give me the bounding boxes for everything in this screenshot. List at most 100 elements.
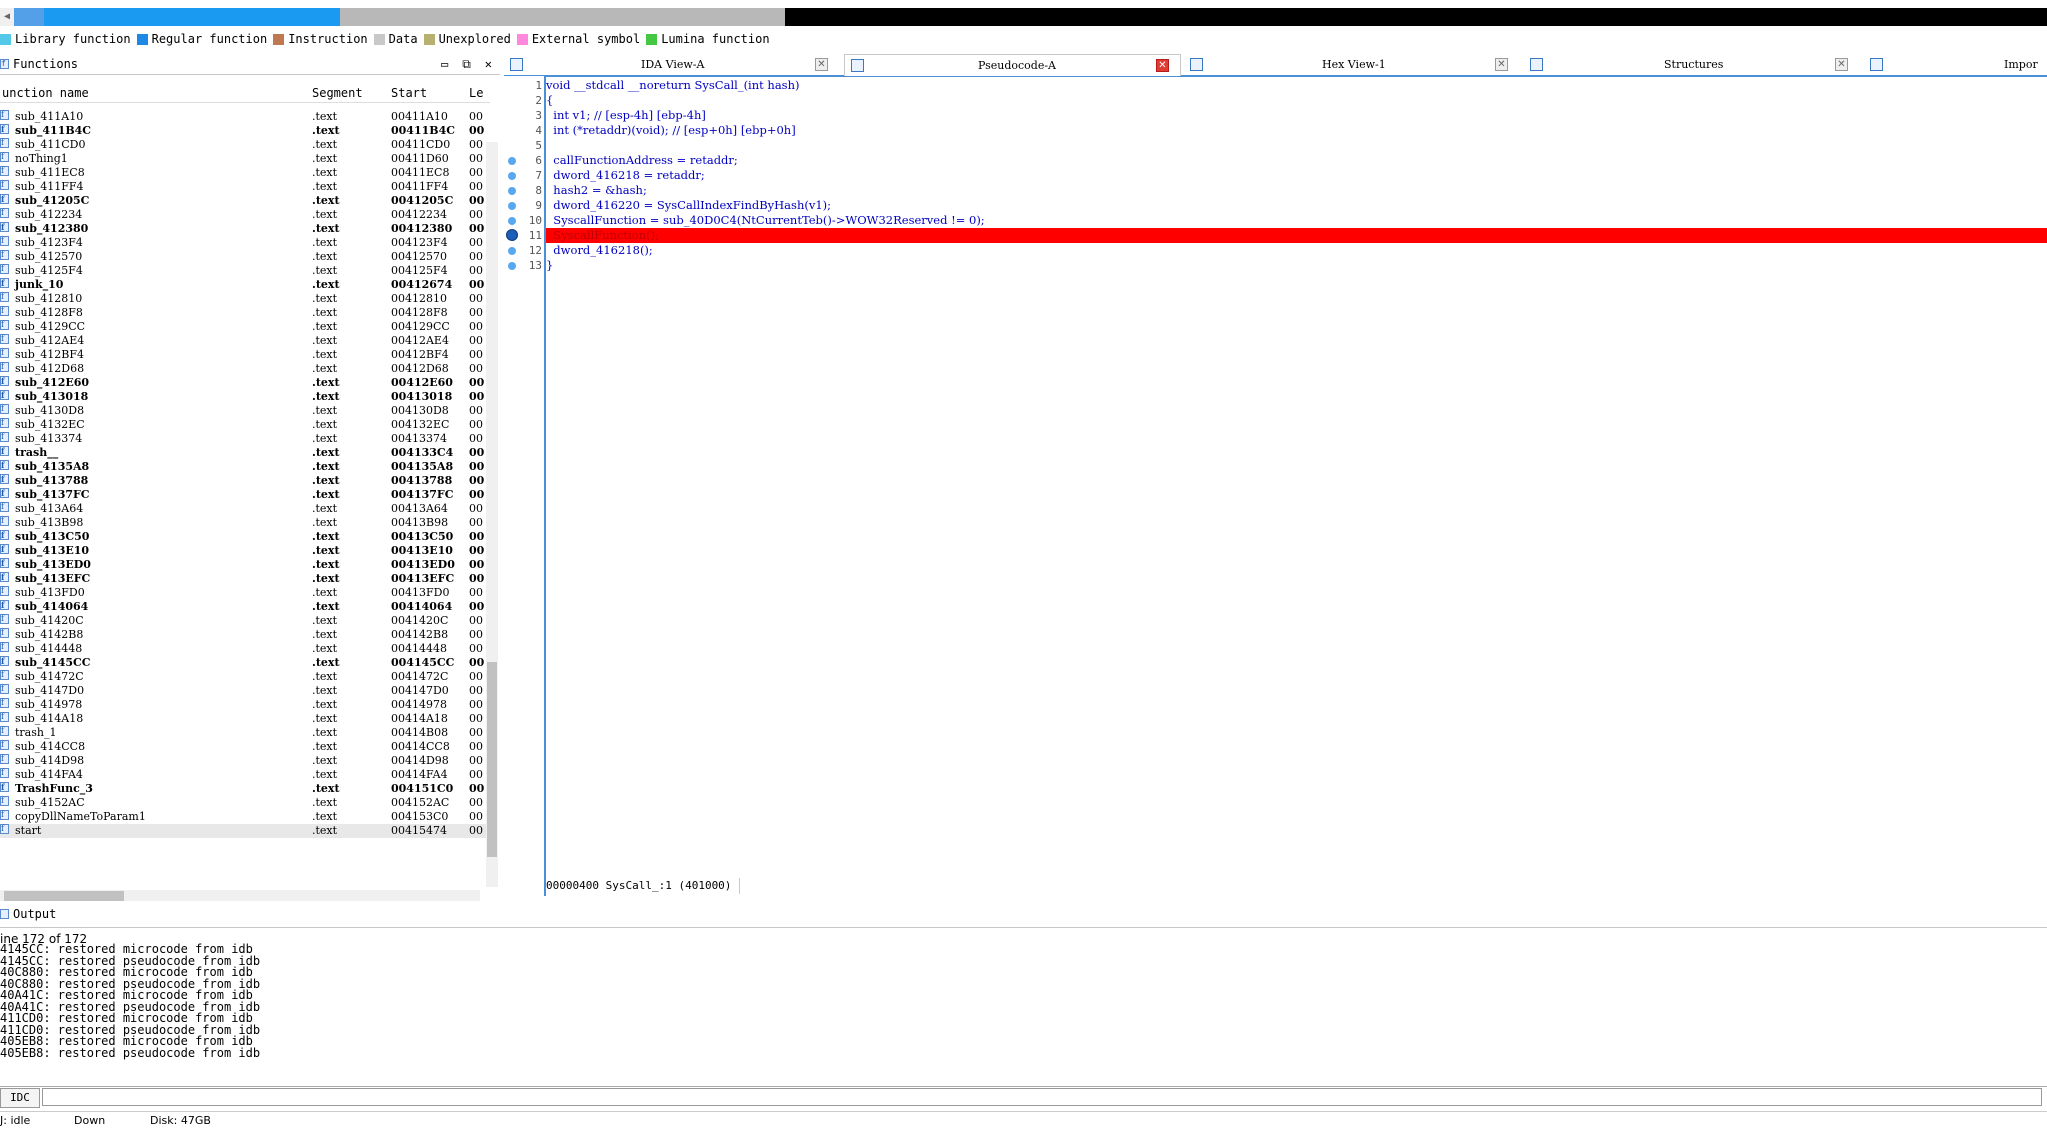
code-line[interactable]: 10 SyscallFunction = sub_40D0C4(NtCurren… <box>504 213 2047 228</box>
function-row[interactable]: f sub_412D68 .text 00412D68 00 <box>0 362 490 376</box>
close-icon[interactable]: ✕ <box>1495 58 1508 71</box>
function-row[interactable]: f junk_10 .text 00412674 00 <box>0 278 490 292</box>
function-row[interactable]: f sub_4123F4 .text 004123F4 00 <box>0 236 490 250</box>
function-row[interactable]: f sub_4135A8 .text 004135A8 00 <box>0 460 490 474</box>
function-row[interactable]: f sub_412234 .text 00412234 00 <box>0 208 490 222</box>
scroll-thumb[interactable] <box>4 891 124 901</box>
function-row[interactable]: f noThing1 .text 00411D60 00 <box>0 152 490 166</box>
idc-command-input[interactable] <box>42 1088 2042 1106</box>
function-row[interactable]: f sub_413C50 .text 00413C50 00 <box>0 530 490 544</box>
close-icon[interactable]: ✕ <box>1156 59 1169 72</box>
close-icon[interactable]: ✕ <box>485 57 492 72</box>
function-row[interactable]: f sub_412BF4 .text 00412BF4 00 <box>0 348 490 362</box>
function-row[interactable]: f sub_413B98 .text 00413B98 00 <box>0 516 490 530</box>
code-line[interactable]: 9 dword_416220 = SysCallIndexFindByHash(… <box>504 198 2047 213</box>
float-icon[interactable]: ⧉ <box>462 57 471 72</box>
minimize-icon[interactable]: ▭ <box>441 57 448 72</box>
function-row[interactable]: f sub_412E60 .text 00412E60 00 <box>0 376 490 390</box>
tab-pseudocode-a[interactable]: Pseudocode-A ✕ <box>844 54 1181 76</box>
tab-hex-view-1[interactable]: Hex View-1 ✕ <box>1184 54 1519 75</box>
function-row[interactable]: f sub_413788 .text 00413788 00 <box>0 474 490 488</box>
function-row[interactable]: f sub_412570 .text 00412570 00 <box>0 250 490 264</box>
function-row[interactable]: f sub_413ED0 .text 00413ED0 00 <box>0 558 490 572</box>
function-row[interactable]: f sub_4152AC .text 004152AC 00 <box>0 796 490 810</box>
executable-line-icon[interactable] <box>508 187 516 195</box>
function-row[interactable]: f TrashFunc_3 .text 004151C0 00 <box>0 782 490 796</box>
executable-line-icon[interactable] <box>508 157 516 165</box>
function-row[interactable]: f sub_414448 .text 00414448 00 <box>0 642 490 656</box>
col-start[interactable]: Start <box>391 86 427 100</box>
function-seg: .text <box>312 796 338 809</box>
tab-imports[interactable]: Impor <box>1864 54 2047 75</box>
code-line[interactable]: 12 dword_416218(); <box>504 243 2047 258</box>
function-row[interactable]: f sub_413EFC .text 00413EFC 00 <box>0 572 490 586</box>
function-row[interactable]: f sub_413018 .text 00413018 00 <box>0 390 490 404</box>
function-row[interactable]: f sub_411A10 .text 00411A10 00 <box>0 110 490 124</box>
col-function-name[interactable]: unction name <box>2 86 89 100</box>
function-row[interactable]: f start .text 00415474 00 <box>0 824 490 838</box>
function-row[interactable]: f sub_4137FC .text 004137FC 00 <box>0 488 490 502</box>
code-line[interactable]: 4 int (*retaddr)(void); // [esp+0h] [ebp… <box>504 123 2047 138</box>
function-row[interactable]: f sub_412AE4 .text 00412AE4 00 <box>0 334 490 348</box>
function-row[interactable]: f sub_414CC8 .text 00414CC8 00 <box>0 740 490 754</box>
function-row[interactable]: f trash__ .text 004133C4 00 <box>0 446 490 460</box>
function-row[interactable]: f sub_411FF4 .text 00411FF4 00 <box>0 180 490 194</box>
col-segment[interactable]: Segment <box>312 86 363 100</box>
function-row[interactable]: f sub_413374 .text 00413374 00 <box>0 432 490 446</box>
function-len: 00 <box>469 698 483 711</box>
function-row[interactable]: f sub_413FD0 .text 00413FD0 00 <box>0 586 490 600</box>
function-row[interactable]: f sub_4130D8 .text 004130D8 00 <box>0 404 490 418</box>
function-row[interactable]: f sub_41420C .text 0041420C 00 <box>0 614 490 628</box>
close-icon[interactable]: ✕ <box>1835 58 1848 71</box>
tab-structures[interactable]: Structures ✕ <box>1524 54 1859 75</box>
pseudocode-view[interactable]: 1 void __stdcall __noreturn SysCall_(int … <box>504 76 2047 896</box>
function-row[interactable]: f sub_4128F8 .text 004128F8 00 <box>0 306 490 320</box>
code-line[interactable]: 7 dword_416218 = retaddr; <box>504 168 2047 183</box>
function-row[interactable]: f sub_4145CC .text 004145CC 00 <box>0 656 490 670</box>
function-row[interactable]: f sub_41205C .text 0041205C 00 <box>0 194 490 208</box>
code-line[interactable]: 2{ <box>504 93 2047 108</box>
col-length[interactable]: Le <box>469 86 483 100</box>
function-len: 00 <box>469 768 483 781</box>
function-row[interactable]: f sub_412380 .text 00412380 00 <box>0 222 490 236</box>
function-row[interactable]: f sub_4125F4 .text 004125F4 00 <box>0 264 490 278</box>
idc-language-button[interactable]: IDC <box>0 1088 40 1108</box>
nav-arrow-left[interactable]: ◀ <box>0 8 14 26</box>
code-line[interactable]: 8 hash2 = &hash; <box>504 183 2047 198</box>
function-row[interactable]: f sub_413A64 .text 00413A64 00 <box>0 502 490 516</box>
code-line[interactable]: 1 void __stdcall __noreturn SysCall_(int … <box>504 78 2047 93</box>
function-row[interactable]: f sub_414D98 .text 00414D98 00 <box>0 754 490 768</box>
function-row[interactable]: f sub_411CD0 .text 00411CD0 00 <box>0 138 490 152</box>
code-line[interactable]: 11 SyscallFunction(); <box>504 228 2047 243</box>
executable-line-icon[interactable] <box>508 247 516 255</box>
scroll-thumb[interactable] <box>487 662 497 857</box>
executable-line-icon[interactable] <box>508 202 516 210</box>
function-row[interactable]: f copyDllNameToParam1 .text 004153C0 00 <box>0 810 490 824</box>
function-row[interactable]: f sub_4142B8 .text 004142B8 00 <box>0 628 490 642</box>
code-line[interactable]: 5 <box>504 138 2047 153</box>
executable-line-icon[interactable] <box>508 217 516 225</box>
executable-line-icon[interactable] <box>508 172 516 180</box>
function-row[interactable]: f trash_1 .text 00414B08 00 <box>0 726 490 740</box>
function-row[interactable]: f sub_4132EC .text 004132EC 00 <box>0 418 490 432</box>
function-row[interactable]: f sub_413E10 .text 00413E10 00 <box>0 544 490 558</box>
function-row[interactable]: f sub_4129CC .text 004129CC 00 <box>0 320 490 334</box>
function-row[interactable]: f sub_414064 .text 00414064 00 <box>0 600 490 614</box>
function-row[interactable]: f sub_411EC8 .text 00411EC8 00 <box>0 166 490 180</box>
code-line[interactable]: 6 callFunctionAddress = retaddr; <box>504 153 2047 168</box>
code-line[interactable]: 13} <box>504 258 2047 273</box>
breakpoint-icon[interactable] <box>506 229 518 241</box>
function-row[interactable]: f sub_4147D0 .text 004147D0 00 <box>0 684 490 698</box>
code-line[interactable]: 3 int v1; // [esp-4h] [ebp-4h] <box>504 108 2047 123</box>
executable-line-icon[interactable] <box>508 262 516 270</box>
function-row[interactable]: f sub_414A18 .text 00414A18 00 <box>0 712 490 726</box>
function-row[interactable]: f sub_414FA4 .text 00414FA4 00 <box>0 768 490 782</box>
function-row[interactable]: f sub_414978 .text 00414978 00 <box>0 698 490 712</box>
function-row[interactable]: f sub_41472C .text 0041472C 00 <box>0 670 490 684</box>
functions-vscrollbar[interactable] <box>486 142 498 887</box>
tab-ida-view-a[interactable]: IDA View-A ✕ <box>504 54 839 75</box>
function-row[interactable]: f sub_411B4C .text 00411B4C 00 <box>0 124 490 138</box>
close-icon[interactable]: ✕ <box>815 58 828 71</box>
function-row[interactable]: f sub_412810 .text 00412810 00 <box>0 292 490 306</box>
navigation-band[interactable]: ◀ <box>0 8 2047 26</box>
